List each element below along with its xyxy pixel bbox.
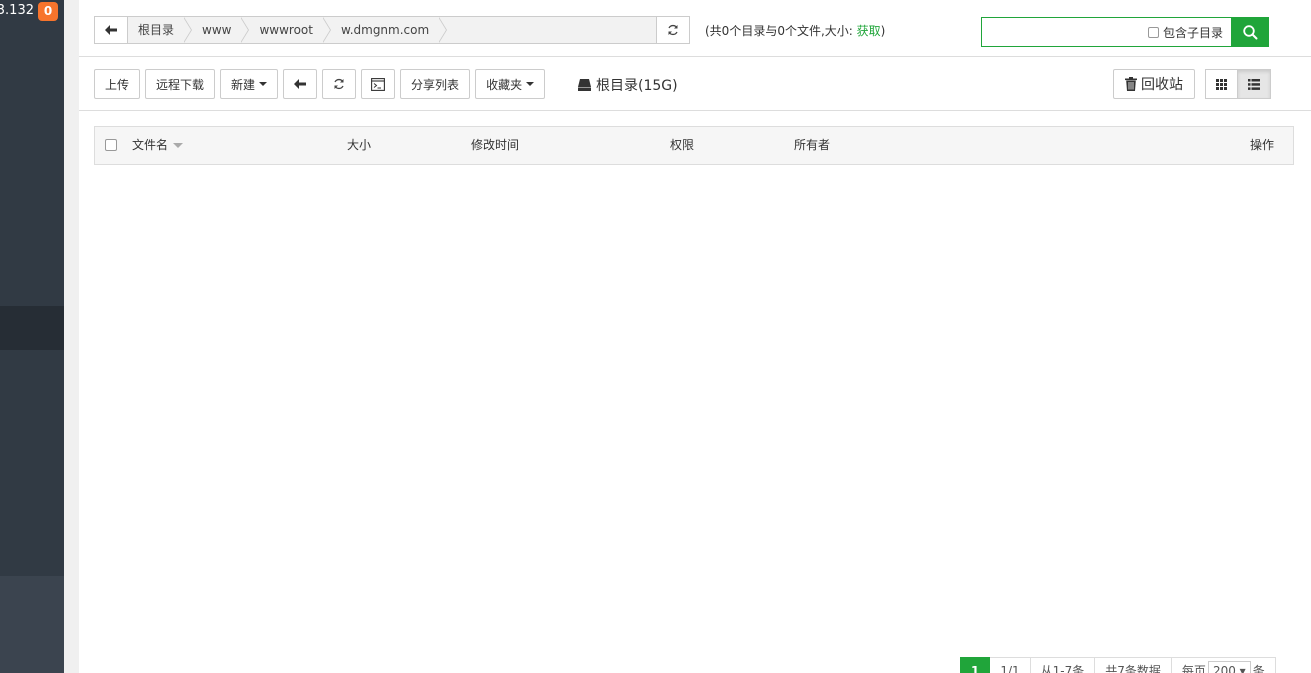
terminal-button[interactable]	[361, 69, 396, 99]
grid-icon	[1216, 78, 1227, 90]
divider	[79, 110, 1311, 111]
path-back-button[interactable]	[95, 17, 128, 43]
total-count: 共7条数据	[1095, 657, 1172, 673]
search-icon	[1242, 24, 1257, 39]
sidebar: 3.132 0	[0, 0, 64, 673]
view-toggle	[1205, 69, 1271, 99]
get-size-link[interactable]: 获取	[857, 24, 881, 38]
column-header-actions: 操作	[1249, 138, 1274, 152]
column-header-name[interactable]: 文件名	[132, 127, 184, 164]
breadcrumb: 根目录 www wwwroot w.dmgnm.com	[128, 17, 656, 43]
per-page-select[interactable]: 200 ▾	[1207, 661, 1251, 673]
caret-down-icon	[526, 82, 535, 86]
column-header-permissions[interactable]: 权限	[670, 127, 694, 164]
file-manager-panel: 根目录 www wwwroot w.dmgnm.com (共0个目录与0个文件,…	[79, 0, 1311, 673]
new-button[interactable]: 新建	[220, 69, 279, 99]
list-view-button[interactable]	[1238, 69, 1271, 99]
disk-info[interactable]: 根目录(15G)	[578, 75, 678, 95]
favorites-button-label: 收藏夹	[486, 77, 523, 92]
divider	[79, 56, 1311, 57]
pagination: 1 1/1 从1-7条 共7条数据 每页 200 ▾ 条	[960, 657, 1276, 673]
per-page: 每页 200 ▾ 条	[1171, 657, 1276, 673]
sort-caret-icon	[173, 143, 184, 148]
include-subdir-option[interactable]: 包含子目录	[1147, 18, 1231, 46]
column-header-size[interactable]: 大小	[347, 127, 371, 164]
disk-label: 根目录(15G)	[596, 78, 678, 94]
refresh-icon	[668, 24, 678, 36]
per-page-prefix: 每页	[1181, 664, 1206, 673]
refresh-icon	[334, 78, 344, 90]
page-range: 从1-7条	[1030, 657, 1096, 673]
per-page-suffix: 条	[1252, 664, 1265, 673]
path-bar: 根目录 www wwwroot w.dmgnm.com	[94, 16, 690, 44]
page-count: 1/1	[990, 657, 1031, 673]
sidebar-item-active[interactable]	[0, 306, 64, 350]
file-search: 包含子目录	[981, 17, 1269, 47]
layout-gutter	[64, 0, 79, 673]
recycle-bin-label: 回收站	[1141, 77, 1183, 93]
toolbar: 上传 远程下载 新建 分享列表 收藏夹	[94, 69, 550, 99]
arrow-left-icon	[294, 79, 307, 89]
refresh-button[interactable]	[322, 69, 357, 99]
share-list-button[interactable]: 分享列表	[400, 69, 471, 99]
hard-drive-icon	[578, 79, 591, 91]
column-name-label: 文件名	[132, 138, 169, 152]
grid-view-button[interactable]	[1205, 69, 1238, 99]
per-page-value: 200	[1212, 664, 1236, 673]
server-ip-text: 3.132	[0, 3, 34, 18]
caret-down-icon	[259, 82, 268, 86]
include-subdir-label: 包含子目录	[1162, 25, 1223, 40]
arrow-left-icon	[105, 25, 117, 35]
list-icon	[1248, 78, 1260, 90]
trash-icon	[1125, 77, 1137, 91]
breadcrumb-item-root[interactable]: 根目录	[128, 17, 193, 43]
page-current[interactable]: 1	[960, 657, 991, 673]
breadcrumb-item-www[interactable]: www	[192, 17, 250, 43]
directory-summary: (共0个目录与0个文件,大小: 获取)	[705, 22, 885, 39]
file-table-header: 文件名 大小 修改时间 权限 所有者 操作	[94, 126, 1294, 165]
column-header-owner[interactable]: 所有者	[794, 127, 830, 164]
breadcrumb-item-wwwroot[interactable]: wwwroot	[249, 17, 331, 43]
sidebar-bottom-section	[0, 576, 64, 673]
summary-close: )	[880, 24, 886, 38]
column-header-mtime[interactable]: 修改时间	[471, 127, 519, 164]
select-all-checkbox[interactable]	[105, 139, 117, 151]
recycle-bin-button[interactable]: 回收站	[1113, 69, 1195, 99]
terminal-icon	[371, 77, 385, 91]
back-button[interactable]	[283, 69, 318, 99]
favorites-button[interactable]: 收藏夹	[475, 69, 546, 99]
search-input[interactable]	[982, 18, 1148, 46]
remote-download-button[interactable]: 远程下载	[145, 69, 216, 99]
search-button[interactable]	[1231, 17, 1269, 47]
summary-text: (共0个目录与0个文件,大小:	[705, 24, 857, 38]
upload-button[interactable]: 上传	[94, 69, 141, 99]
breadcrumb-item-site[interactable]: w.dmgnm.com	[331, 17, 448, 43]
new-button-label: 新建	[231, 77, 256, 92]
include-subdir-checkbox[interactable]	[1147, 26, 1159, 38]
notification-badge[interactable]: 0	[38, 2, 58, 21]
path-refresh-button[interactable]	[656, 17, 689, 43]
